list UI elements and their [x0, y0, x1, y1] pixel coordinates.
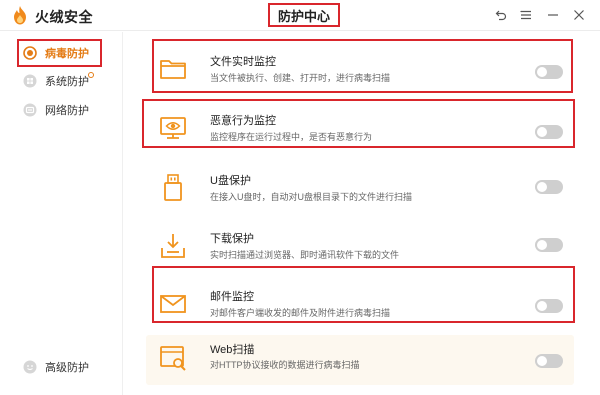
menu-icon: [520, 10, 531, 20]
row-description: 对HTTP协议接收的数据进行病毒扫描: [210, 360, 360, 370]
highlight-box: [152, 266, 575, 323]
minimize-button[interactable]: [544, 6, 562, 24]
back-button[interactable]: [492, 6, 510, 24]
sidebar-item-virus-protection[interactable]: 病毒防护: [0, 41, 123, 65]
back-icon: [495, 10, 507, 21]
sidebar-item-system-protection[interactable]: 系统防护: [0, 69, 123, 93]
sidebar: 病毒防护 系统防护 网络防护 高级防护: [0, 32, 123, 395]
sidebar-item-network-protection[interactable]: 网络防护: [0, 98, 123, 122]
huorong-logo-icon: [14, 6, 26, 25]
row-description: 在接入U盘时，自动对U盘根目录下的文件进行扫描: [210, 192, 413, 202]
globe-icon: [23, 103, 37, 117]
plus-circle-icon: [23, 46, 37, 60]
usb-icon: [164, 174, 182, 201]
page-title: 防护中心: [277, 8, 330, 24]
row-title: Web扫描: [210, 344, 255, 356]
sidebar-item-label: 系统防护: [45, 76, 89, 88]
download-protection-toggle[interactable]: [535, 238, 563, 252]
page-title-highlight: 防护中心: [268, 3, 340, 27]
row-title: U盘保护: [210, 175, 251, 187]
minimize-icon: [548, 14, 558, 16]
menu-button[interactable]: [517, 6, 535, 24]
protection-row-web-scan: Web扫描 对HTTP协议接收的数据进行病毒扫描: [146, 335, 574, 385]
smiley-icon: [23, 360, 37, 374]
usb-protection-toggle[interactable]: [535, 180, 563, 194]
sidebar-item-advanced-protection[interactable]: 高级防护: [0, 355, 123, 379]
update-badge: [88, 72, 94, 78]
close-button[interactable]: [570, 6, 588, 24]
close-icon: [574, 10, 584, 20]
web-scan-toggle[interactable]: [535, 354, 563, 368]
row-title: 下载保护: [210, 233, 254, 245]
protection-list: 文件实时监控 当文件被执行、创建、打开时，进行病毒扫描 恶意行为监控 监控程序在…: [124, 32, 600, 395]
sidebar-item-label: 病毒防护: [45, 48, 89, 60]
sidebar-item-label: 网络防护: [45, 105, 89, 117]
web-scan-icon: [160, 346, 186, 371]
sidebar-item-label: 高级防护: [45, 362, 89, 374]
windows-icon: [23, 74, 37, 88]
row-description: 实时扫描通过浏览器、即时通讯软件下载的文件: [210, 250, 400, 260]
highlight-box: [152, 39, 573, 93]
protection-row-usb-protection: U盘保护 在接入U盘时，自动对U盘根目录下的文件进行扫描: [146, 163, 574, 219]
highlight-box: [142, 99, 575, 148]
app-name: 火绒安全: [35, 9, 93, 25]
download-icon: [161, 234, 185, 258]
title-bar: 火绒安全 防护中心: [0, 0, 600, 31]
